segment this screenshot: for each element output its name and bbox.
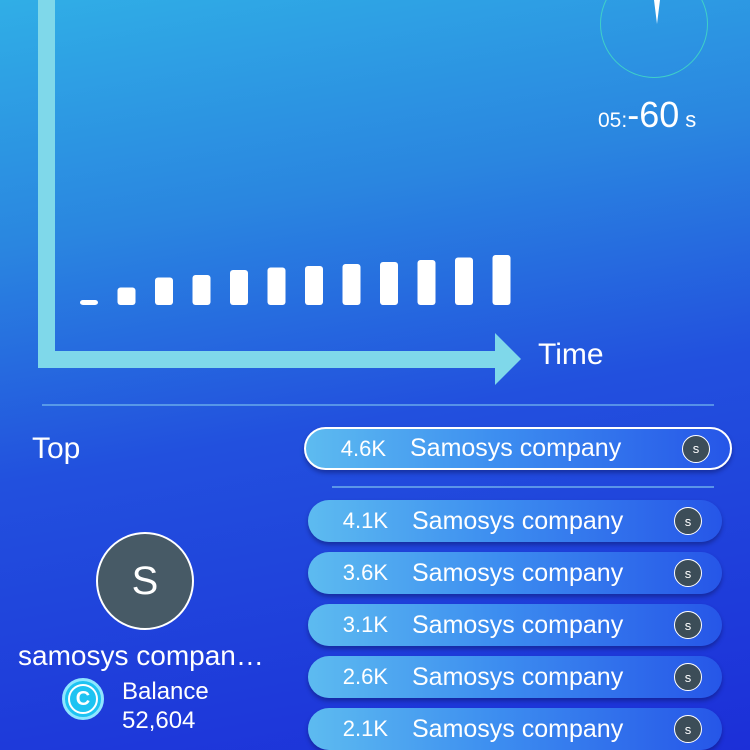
timer-minutes: 05: [598, 109, 628, 132]
leaderboard-entry[interactable]: 4.1K Samosys company s [308, 500, 722, 542]
leaderboard-title: Top [32, 432, 81, 465]
chart-bar [192, 275, 211, 305]
chart-bar [455, 257, 473, 305]
entry-amount: 2.1K [342, 716, 388, 741]
entry-name: Samosys company [410, 434, 622, 462]
leaderboard-top-entry[interactable]: 4.6K Samosys company s [304, 427, 732, 470]
chart-bar [492, 255, 511, 305]
balance-value: 52,604 [122, 707, 196, 734]
leaderboard-entry[interactable]: 2.1K Samosys company s [308, 708, 722, 750]
chart-bar [305, 266, 323, 305]
company-logo-icon: s [674, 611, 702, 639]
entry-name: Samosys company [412, 662, 624, 691]
entry-name: Samosys company [412, 558, 624, 587]
company-logo-icon: s [682, 434, 710, 463]
entry-amount: 3.6K [342, 560, 388, 585]
chart-bar [417, 260, 436, 305]
leaderboard-entry[interactable]: 3.6K Samosys company s [308, 552, 722, 594]
company-logo-icon: s [674, 559, 702, 587]
chart-bar [267, 267, 286, 305]
coin-icon: C [62, 678, 104, 720]
entry-amount: 4.6K [340, 435, 386, 461]
chart-bar [230, 270, 248, 305]
entry-amount: 4.1K [342, 508, 388, 533]
leaderboard-entry[interactable]: 3.1K Samosys company s [308, 604, 722, 646]
entry-name: Samosys company [412, 714, 624, 743]
timer-hand-icon [654, 0, 660, 24]
avatar[interactable]: S [96, 532, 194, 630]
company-logo-icon: s [674, 715, 702, 743]
entry-amount: 2.6K [342, 664, 388, 689]
user-name: samosys compan… [18, 640, 264, 671]
timer-unit: s [685, 107, 697, 132]
chart-bar [155, 277, 173, 305]
entry-name: Samosys company [412, 506, 624, 535]
company-logo-icon: s [674, 507, 702, 535]
chart-bar [380, 262, 398, 305]
coin-glyph: C [68, 684, 98, 714]
company-logo-icon: s [674, 663, 702, 691]
section-divider [42, 404, 714, 406]
chart-bar [342, 264, 361, 305]
entry-amount: 3.1K [342, 612, 388, 637]
balance-label: Balance [122, 678, 209, 705]
leaderboard-divider [332, 486, 714, 488]
chart-bar [117, 287, 136, 305]
leaderboard-entry[interactable]: 2.6K Samosys company s [308, 656, 722, 698]
timer-readout: 05:-60 s [598, 94, 696, 136]
timer-seconds: -60 [627, 94, 680, 135]
chart-bar [80, 300, 98, 305]
entry-name: Samosys company [412, 610, 624, 639]
